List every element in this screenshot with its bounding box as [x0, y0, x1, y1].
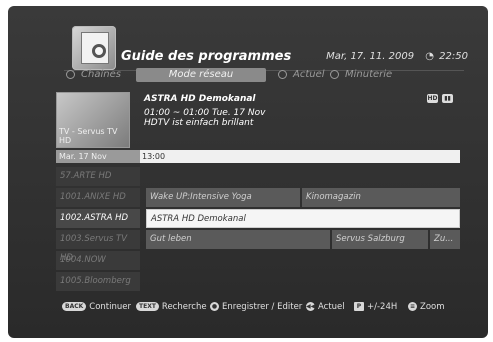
grid-row-empty [146, 272, 460, 291]
channel-item[interactable]: 57.ARTE HD [56, 167, 140, 186]
rewind-key-icon: ◀◀ [306, 302, 316, 311]
program-cell[interactable]: Zu... [430, 230, 460, 249]
tab-bar: Chaînes Mode réseau Actuel Minuterie [56, 68, 466, 82]
channel-list: 57.ARTE HD 1001.ANIXE HD 1002.ASTRA HD 1… [56, 167, 140, 293]
footer-record[interactable]: ● Enregistrer / Editer [210, 300, 302, 314]
hd-badge-icon: HD [427, 94, 438, 103]
tab-chaines[interactable]: Chaînes [66, 68, 121, 82]
grid-row: Wake UP:Intensive Yoga Kinomagazin [146, 188, 460, 207]
datetime: Mar, 17. 11. 2009 ◔ 22:50 [318, 51, 468, 62]
program-name: ASTRA HD Demokanal [144, 94, 256, 104]
timeline-bar: Mar. 17 Nov 13:00 [56, 150, 460, 163]
footer-current[interactable]: ◀◀ Actuel [306, 300, 345, 314]
grid-row-empty [146, 167, 460, 186]
radio-icon [66, 69, 75, 79]
channel-item[interactable]: 1005.Bloomberg [56, 272, 140, 291]
magnifier-icon [92, 44, 106, 58]
footer-zoom[interactable]: ≡ Zoom [408, 300, 445, 314]
record-key-icon: ● [210, 302, 219, 311]
program-cell[interactable]: Kinomagazin [302, 188, 460, 207]
program-cell[interactable]: Gut leben [146, 230, 330, 249]
grid-row-empty [146, 251, 460, 270]
back-key-icon: BACK [62, 302, 87, 311]
channel-item-selected[interactable]: 1002.ASTRA HD [56, 209, 140, 228]
footer-search[interactable]: TEXT Recherche [136, 300, 207, 314]
footer-legend: BACK Continuer TEXT Recherche ● Enregistrer… [56, 300, 460, 314]
program-grid: Wake UP:Intensive Yoga Kinomagazin ASTRA… [146, 167, 460, 293]
tab-actuel[interactable]: Actuel [278, 68, 325, 82]
guide-magnifier-icon [72, 26, 116, 70]
page-title: Guide des programmes [121, 49, 292, 64]
radio-icon [278, 69, 287, 79]
channel-item[interactable]: 1004.NOW [56, 251, 140, 270]
program-cell[interactable]: Wake UP:Intensive Yoga [146, 188, 300, 207]
clock-icon: ◔ [425, 51, 434, 62]
timeline-date: Mar. 17 Nov [56, 150, 140, 163]
page-key-icon: P [354, 302, 364, 311]
timeline-time: 13:00 [140, 150, 460, 163]
text-key-icon: TEXT [136, 302, 159, 311]
program-cell-selected[interactable]: ASTRA HD Demokanal [146, 209, 460, 228]
time-label: 22:50 [439, 51, 468, 62]
footer-24h[interactable]: P +/-24H [354, 300, 397, 314]
zoom-key-icon: ≡ [408, 302, 417, 311]
program-description: HDTV ist einfach brillant [144, 118, 254, 128]
program-time: 01:00 ~ 01:00 Tue. 17 Nov [144, 108, 266, 118]
thumbnail-caption: TV - Servus TV HD [59, 127, 118, 145]
date-label: Mar, 17. 11. 2009 [326, 51, 415, 62]
channel-item[interactable]: 1001.ANIXE HD [56, 188, 140, 207]
tab-mode-reseau[interactable]: Mode réseau [136, 68, 266, 82]
tab-minuterie[interactable]: Minuterie [330, 68, 392, 82]
footer-back[interactable]: BACK Continuer [62, 300, 131, 314]
channel-item[interactable]: 1003.Servus TV HD [56, 230, 140, 263]
program-info-panel: TV - Servus TV HD ASTRA HD Demokanal 01:… [56, 92, 460, 148]
channel-thumbnail: TV - Servus TV HD [56, 92, 130, 148]
program-cell[interactable]: Servus Salzburg [332, 230, 428, 249]
grid-row: ASTRA HD Demokanal [146, 209, 460, 228]
grid-row: Gut leben Servus Salzburg Zu... [146, 230, 460, 249]
radio-icon [330, 69, 339, 79]
dolby-badge-icon: ▮▮ [442, 94, 453, 103]
